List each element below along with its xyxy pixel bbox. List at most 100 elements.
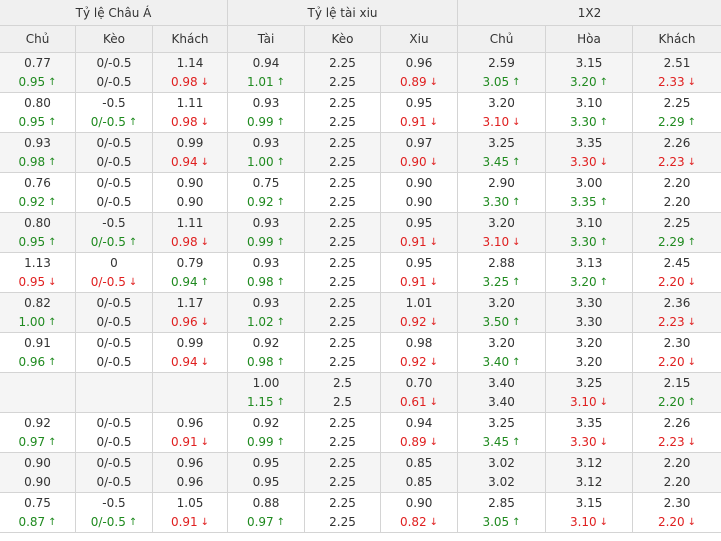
odds-value: 0.92 <box>18 194 46 209</box>
current-odds: 0/-0.5 <box>96 353 131 372</box>
arrow-up-icon: ↑ <box>512 316 521 328</box>
current-odds: 2.25 <box>329 273 356 292</box>
opening-odds: -0.5 <box>102 494 125 513</box>
odds-cell-draw: 3.30 3.30 <box>546 293 633 332</box>
odds-value: 3.25 <box>482 274 510 289</box>
opening-odds: 0.80 <box>24 94 51 113</box>
opening-odds: 2.25 <box>329 94 356 113</box>
odds-value: 0.92 <box>399 354 427 369</box>
odds-value: 0.90 <box>399 154 427 169</box>
odds-value: 0.92 <box>246 194 274 209</box>
odds-value: 0.70 <box>405 375 433 390</box>
opening-odds: 0/-0.5 <box>96 334 131 353</box>
odds-value: 0.95 <box>252 474 280 489</box>
group-header-row: Tỷ lệ Châu Á Tỷ lệ tài xiu 1X2 <box>0 0 721 26</box>
current-odds: 0.97 ↑ <box>18 433 56 452</box>
1x2-header: 1X2 <box>577 5 602 20</box>
opening-odds: 2.36 <box>664 294 691 313</box>
table-row: 0.93 0.98 ↑ 0/-0.5 0/-0.5 0.99 0.94 ↓ 0.93 1.00 ↑ 2… <box>0 133 721 173</box>
odds-value: 3.25 <box>575 375 603 390</box>
opening-odds: 3.12 <box>576 454 603 473</box>
opening-odds: 0.91 <box>24 334 51 353</box>
odds-cell-draw: 3.10 3.30 ↑ <box>546 93 633 132</box>
odds-value: 0/-0.5 <box>96 354 132 369</box>
odds-cell-away: 0.79 0.94 ↑ <box>153 253 228 292</box>
odds-value: 3.10 <box>575 95 603 110</box>
opening-odds: 2.90 <box>488 174 515 193</box>
opening-odds: 2.25 <box>329 54 356 73</box>
current-odds: 0.98 ↓ <box>171 233 209 252</box>
opening-odds: 3.10 <box>576 94 603 113</box>
current-odds: 2.25 <box>329 433 356 452</box>
odds-table: Tỷ lệ Châu Á Tỷ lệ tài xiu 1X2 Chủ Kèo K… <box>0 0 721 533</box>
odds-value: 0.95 <box>18 274 46 289</box>
odds-cell-under: 0.96 0.89 ↓ <box>381 53 458 92</box>
odds-value: 3.30 <box>575 314 603 329</box>
current-odds: 0/-0.5 <box>96 433 131 452</box>
odds-value: 1.14 <box>176 55 204 70</box>
odds-value: 0.90 <box>405 194 433 209</box>
odds-cell-home-win: 3.40 3.40 <box>458 373 546 412</box>
current-odds: 2.25 <box>329 313 356 332</box>
odds-value: 2.59 <box>488 55 515 70</box>
odds-value: 3.40 <box>488 375 515 390</box>
opening-odds: 0.90 <box>24 454 51 473</box>
current-odds: 0.97 ↑ <box>247 513 285 532</box>
odds-value: 0/-0.5 <box>96 455 132 470</box>
odds-cell-handicap: 0/-0.5 0/-0.5 <box>76 413 153 452</box>
odds-cell-home-win: 2.90 3.30 ↑ <box>458 173 546 212</box>
opening-odds: 0.95 <box>406 254 433 273</box>
opening-odds: 0.85 <box>406 454 433 473</box>
opening-odds: 0/-0.5 <box>96 134 131 153</box>
arrow-down-icon: ↓ <box>429 436 439 448</box>
odds-cell-draw: 3.35 3.30 ↓ <box>546 413 633 452</box>
current-odds: 2.20 ↓ <box>658 513 696 532</box>
opening-odds: 2.20 <box>664 454 691 473</box>
odds-value: 2.36 <box>663 295 691 310</box>
opening-odds: 2.26 <box>664 134 691 153</box>
odds-value: 3.20 <box>575 335 603 350</box>
arrow-up-icon: ↑ <box>48 516 57 528</box>
odds-value: 3.30 <box>569 154 597 169</box>
current-odds: 0.92 ↓ <box>400 313 438 332</box>
odds-cell-handicap: 0/-0.5 0/-0.5 <box>76 53 153 92</box>
col-header-over: Tài <box>228 26 305 52</box>
odds-cell-home: 0.90 0.90 <box>0 453 76 492</box>
odds-cell-home: 0.76 0.92 ↑ <box>0 173 76 212</box>
table-row: 0.76 0.92 ↑ 0/-0.5 0/-0.5 0.90 0.90 0.75 0.92 ↑ 2.… <box>0 173 721 213</box>
opening-odds: 0.96 <box>177 454 204 473</box>
opening-odds: 2.25 <box>329 174 356 193</box>
opening-odds: 3.20 <box>576 334 603 353</box>
odds-value: 3.12 <box>575 455 603 470</box>
odds-value: 0.95 <box>252 455 280 470</box>
current-odds: 0.61 ↓ <box>400 393 438 412</box>
arrow-down-icon: ↓ <box>687 436 697 448</box>
odds-value: 0/-0.5 <box>90 514 126 529</box>
opening-odds: 0.93 <box>24 134 51 153</box>
odds-value: 0.93 <box>24 135 51 150</box>
current-odds: 0.91 ↓ <box>171 433 209 452</box>
arrow-down-icon: ↓ <box>200 236 210 248</box>
current-odds: 0.85 <box>406 473 433 492</box>
table-row: 0.82 1.00 ↑ 0/-0.5 0/-0.5 1.17 0.96 ↓ 0.93 1.02 ↑ 2… <box>0 293 721 333</box>
arrow-up-icon: ↑ <box>512 196 521 208</box>
odds-cell-handicap: 0/-0.5 0/-0.5 <box>76 333 153 372</box>
odds-cell-home: 0.80 0.95 ↑ <box>0 213 76 252</box>
current-odds: 1.01 ↑ <box>247 73 285 92</box>
opening-odds: 3.30 <box>576 294 603 313</box>
odds-value: 0.82 <box>24 295 51 310</box>
current-odds: 3.05 ↑ <box>482 73 520 92</box>
opening-odds: 1.13 <box>24 254 51 273</box>
odds-cell-line: 2.25 2.25 <box>305 53 381 92</box>
odds-value: 3.10 <box>569 514 597 529</box>
odds-cell-home-win: 2.85 3.05 ↑ <box>458 493 546 532</box>
arrow-down-icon: ↓ <box>429 236 439 248</box>
odds-value: 0.93 <box>252 95 280 110</box>
odds-cell-away-win: 2.36 2.23 ↓ <box>633 293 721 332</box>
current-odds: 3.45 ↑ <box>482 433 520 452</box>
odds-value: 2.20 <box>657 354 685 369</box>
arrow-down-icon: ↓ <box>429 76 439 88</box>
odds-value: 2.20 <box>657 394 685 409</box>
current-odds: 3.10 ↓ <box>482 233 520 252</box>
odds-value: 2.15 <box>663 375 691 390</box>
